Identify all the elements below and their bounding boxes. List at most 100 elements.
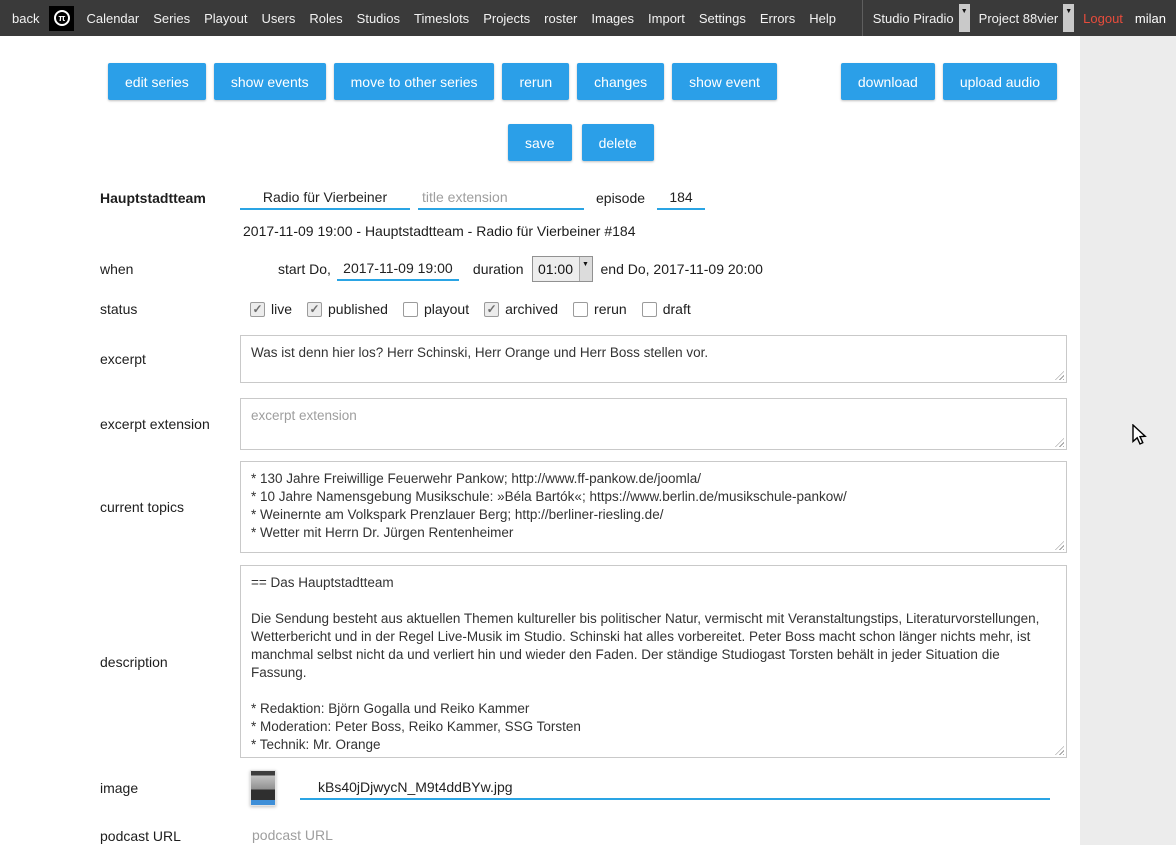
topbar-item-settings[interactable]: Settings: [699, 11, 746, 26]
description-label: description: [100, 654, 240, 670]
project-select[interactable]: Project 88vier: [979, 4, 1074, 32]
status-option-label: published: [328, 301, 388, 317]
checkbox-icon[interactable]: [403, 302, 418, 317]
checkbox-icon[interactable]: [250, 302, 265, 317]
status-option-label: draft: [663, 301, 691, 317]
status-option-label: archived: [505, 301, 558, 317]
description-field: == Das Hauptstadtteam Die Sendung besteh…: [240, 565, 1067, 758]
back-link[interactable]: back: [12, 11, 39, 26]
title-extension-input[interactable]: [418, 187, 584, 210]
topbar-item-series[interactable]: Series: [153, 11, 190, 26]
excerpt-extension-field: [240, 398, 1067, 450]
excerpt-row: excerpt Was ist denn hier los? Herr Schi…: [0, 335, 1080, 383]
duration-select[interactable]: 01:00: [532, 256, 593, 282]
status-checkbox-draft[interactable]: draft: [642, 301, 691, 317]
description-row: description == Das Hauptstadtteam Die Se…: [0, 565, 1080, 758]
chevron-down-icon[interactable]: [959, 4, 970, 32]
image-thumbnail[interactable]: [250, 770, 276, 806]
toolbar-row: edit series show events move to other se…: [108, 63, 1057, 100]
piradio-logo[interactable]: [49, 6, 74, 31]
topbar-item-users[interactable]: Users: [261, 11, 295, 26]
topbar-item-import[interactable]: Import: [648, 11, 685, 26]
when-label: when: [100, 261, 240, 277]
upload-audio-button[interactable]: upload audio: [943, 63, 1057, 100]
checkbox-icon[interactable]: [484, 302, 499, 317]
chevron-down-icon[interactable]: [1063, 4, 1074, 32]
series-title-label: Hauptstadtteam: [100, 190, 240, 206]
rerun-button[interactable]: rerun: [502, 63, 569, 100]
episode-input[interactable]: [657, 187, 705, 210]
podcast-url-label: podcast URL: [100, 828, 240, 844]
toolbar-right-buttons: download upload audio: [841, 63, 1057, 100]
image-filename-input[interactable]: [300, 777, 1050, 800]
studio-select-value: Studio Piradio: [873, 11, 954, 26]
status-checkbox-archived[interactable]: archived: [484, 301, 558, 317]
start-prefix-label: start Do,: [278, 261, 331, 277]
episode-summary-line: 2017-11-09 19:00 - Hauptstadtteam - Radi…: [243, 223, 1080, 239]
move-to-other-series-button[interactable]: move to other series: [334, 63, 495, 100]
status-checkbox-rerun[interactable]: rerun: [573, 301, 627, 317]
mouse-cursor: [1132, 424, 1152, 446]
podcast-url-input[interactable]: [240, 825, 1067, 845]
save-delete-row: save delete: [508, 124, 1080, 161]
username-label: milan: [1135, 11, 1166, 26]
title-input[interactable]: [240, 187, 410, 210]
excerpt-extension-textarea[interactable]: [240, 398, 1067, 450]
topbar-item-playout[interactable]: Playout: [204, 11, 247, 26]
status-checkbox-playout[interactable]: playout: [403, 301, 469, 317]
app-window: back Calendar Series Playout Users Roles…: [0, 0, 1176, 845]
current-topics-field: * 130 Jahre Freiwillige Feuerwehr Pankow…: [240, 461, 1067, 553]
delete-button[interactable]: delete: [582, 124, 654, 161]
changes-button[interactable]: changes: [577, 63, 664, 100]
checkbox-icon[interactable]: [573, 302, 588, 317]
topbar-item-projects[interactable]: Projects: [483, 11, 530, 26]
excerpt-textarea[interactable]: Was ist denn hier los? Herr Schinski, He…: [240, 335, 1067, 383]
topbar-item-timeslots[interactable]: Timeslots: [414, 11, 469, 26]
chevron-down-icon[interactable]: [579, 257, 592, 281]
topbar-item-roles[interactable]: Roles: [309, 11, 342, 26]
image-row: image: [0, 768, 1080, 808]
pi-logo-icon: [54, 10, 70, 26]
status-row: status live published playout archived: [0, 297, 1080, 321]
episode-edit-form: edit series show events move to other se…: [0, 36, 1080, 845]
show-events-button[interactable]: show events: [214, 63, 326, 100]
current-topics-textarea[interactable]: * 130 Jahre Freiwillige Feuerwehr Pankow…: [240, 461, 1067, 553]
excerpt-field: Was ist denn hier los? Herr Schinski, He…: [240, 335, 1067, 383]
project-select-value: Project 88vier: [979, 11, 1058, 26]
title-row: Hauptstadtteam episode: [0, 183, 1080, 213]
save-button[interactable]: save: [508, 124, 572, 161]
topbar-item-calendar[interactable]: Calendar: [86, 11, 139, 26]
show-event-button[interactable]: show event: [672, 63, 777, 100]
excerpt-extension-row: excerpt extension: [0, 398, 1080, 450]
topbar-item-help[interactable]: Help: [809, 11, 836, 26]
edit-series-button[interactable]: edit series: [108, 63, 206, 100]
current-topics-label: current topics: [100, 499, 240, 515]
download-button[interactable]: download: [841, 63, 935, 100]
status-label: status: [100, 301, 240, 317]
image-label: image: [100, 780, 240, 796]
duration-select-value: 01:00: [533, 257, 579, 281]
topbar-item-errors[interactable]: Errors: [760, 11, 795, 26]
logout-link[interactable]: Logout: [1083, 11, 1123, 26]
end-datetime-label: end Do, 2017-11-09 20:00: [601, 261, 763, 277]
checkbox-icon[interactable]: [642, 302, 657, 317]
checkbox-icon[interactable]: [307, 302, 322, 317]
studio-select[interactable]: Studio Piradio: [873, 4, 970, 32]
description-textarea[interactable]: == Das Hauptstadtteam Die Sendung besteh…: [240, 565, 1067, 758]
topbar-item-roster[interactable]: roster: [544, 11, 577, 26]
when-fields: start Do, duration 01:00 end Do, 2017-11…: [278, 256, 763, 282]
duration-label: duration: [473, 261, 524, 277]
status-checkbox-group: live published playout archived rerun: [250, 301, 691, 317]
topbar-right-cluster: Studio Piradio Project 88vier Logout mil…: [862, 0, 1166, 36]
status-checkbox-published[interactable]: published: [307, 301, 388, 317]
status-option-label: playout: [424, 301, 469, 317]
excerpt-extension-label: excerpt extension: [100, 416, 240, 432]
status-checkbox-live[interactable]: live: [250, 301, 292, 317]
start-datetime-input[interactable]: [337, 258, 459, 281]
when-row: when start Do, duration 01:00 end Do, 20…: [0, 255, 1080, 283]
current-topics-row: current topics * 130 Jahre Freiwillige F…: [0, 461, 1080, 553]
topbar-item-images[interactable]: Images: [591, 11, 634, 26]
top-navigation-bar: back Calendar Series Playout Users Roles…: [0, 0, 1176, 36]
topbar-item-studios[interactable]: Studios: [357, 11, 400, 26]
episode-label: episode: [596, 190, 645, 206]
